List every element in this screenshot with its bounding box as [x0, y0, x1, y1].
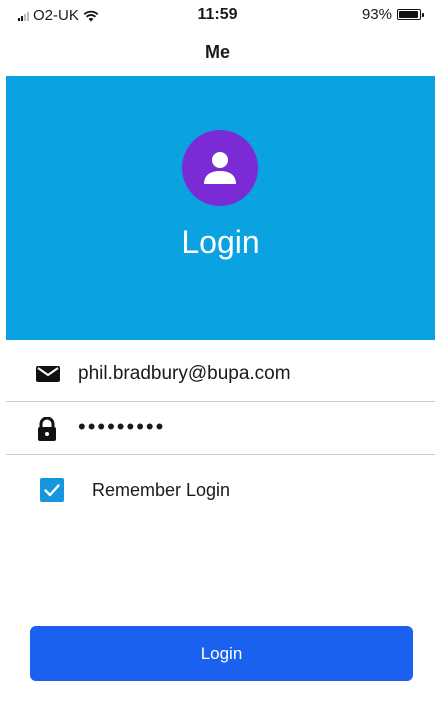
battery-icon — [397, 9, 424, 20]
remember-login[interactable]: Remember Login — [40, 478, 230, 502]
page-title: Me — [204, 42, 230, 62]
email-field[interactable] — [78, 358, 418, 390]
login-screen: O2-UK 11:59 93% Me Login phil.bradbury@b… — [0, 0, 435, 724]
remember-checkbox[interactable] — [40, 478, 64, 502]
status-right: 93% — [361, 6, 424, 23]
person-icon — [204, 152, 236, 184]
mail-icon — [36, 366, 60, 382]
password-row — [6, 401, 435, 455]
email-row — [6, 348, 435, 402]
password-field[interactable] — [78, 411, 418, 443]
battery-percent: 93% — [361, 6, 392, 23]
lock-icon — [38, 417, 56, 441]
avatar — [182, 130, 258, 206]
battery-tip — [422, 13, 424, 17]
login-title: Login — [181, 224, 260, 260]
checkmark-icon — [44, 484, 60, 497]
status-bar: O2-UK 11:59 93% — [0, 0, 435, 28]
remember-label: Remember Login — [92, 479, 231, 500]
login-header: Login — [6, 76, 435, 340]
battery-fill — [399, 11, 418, 18]
login-button[interactable]: Login — [30, 626, 413, 681]
